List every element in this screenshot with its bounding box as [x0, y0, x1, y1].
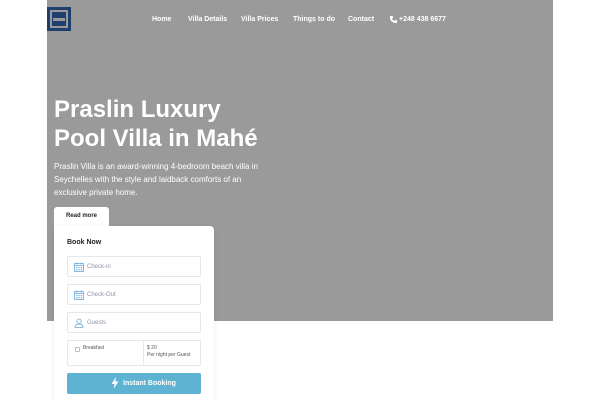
guests-placeholder: Guests [87, 320, 107, 326]
calendar-icon [74, 290, 84, 300]
nav-phone-number[interactable]: +248 438 6677 [399, 14, 446, 26]
extras-divider [143, 341, 144, 365]
check-out-placeholder: Check-Out [87, 292, 116, 298]
lightning-icon [111, 377, 119, 389]
hero-description-line-1: Praslin Villa is an award-winning 4-bedr… [54, 162, 258, 171]
hero-description-line-3: exclusive private home. [54, 188, 138, 197]
nav-villa-details[interactable]: Villa Details [188, 14, 227, 26]
page: Home Villa Details Villa Prices Things t… [0, 0, 600, 400]
read-more-button[interactable]: Read more [54, 207, 109, 226]
breakfast-price: $ 20 [147, 345, 157, 351]
check-in-field[interactable]: Check-in [67, 256, 201, 277]
hero-title: Praslin Luxury Pool Villa in Mahé [54, 95, 354, 153]
check-in-placeholder: Check-in [87, 264, 111, 270]
hero-title-line-1: Praslin Luxury [54, 96, 221, 123]
hero-title-line-2: Pool Villa in Mahé [54, 125, 258, 152]
hero-description: Praslin Villa is an award-winning 4-bedr… [54, 160, 264, 199]
instant-booking-label: Instant Booking [123, 380, 176, 387]
breakfast-option: Breakfast $ 20 Per night per Guest [67, 340, 201, 366]
calendar-icon [74, 262, 84, 272]
breakfast-checkbox[interactable] [75, 347, 80, 352]
booking-form: Book Now Check-in Check-Out Guests Break… [54, 226, 214, 400]
instant-booking-button[interactable]: Instant Booking [67, 373, 201, 394]
phone-icon [389, 15, 398, 24]
check-out-field[interactable]: Check-Out [67, 284, 201, 305]
booking-title: Book Now [67, 239, 102, 246]
nav-things-to-do[interactable]: Things to do [293, 14, 335, 26]
nav-home[interactable]: Home [152, 14, 171, 26]
breakfast-price-note: Per night per Guest [147, 352, 191, 358]
nav-villa-prices[interactable]: Villa Prices [241, 14, 278, 26]
guests-field[interactable]: Guests [67, 312, 201, 333]
main-nav: Home Villa Details Villa Prices Things t… [0, 14, 600, 26]
user-icon [74, 318, 84, 328]
hero-description-line-2: Seychelles with the style and laidback c… [54, 175, 242, 184]
breakfast-label: Breakfast [83, 345, 105, 351]
nav-contact[interactable]: Contact [348, 14, 374, 26]
